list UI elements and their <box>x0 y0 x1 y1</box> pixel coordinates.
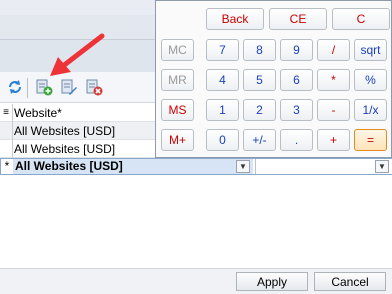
sqrt-button[interactable]: sqrt <box>354 39 387 61</box>
memory-recall-button[interactable]: MR <box>161 69 194 91</box>
back-button[interactable]: Back <box>206 8 264 30</box>
key-9-button[interactable]: 9 <box>280 39 313 61</box>
key-5-button[interactable]: 5 <box>243 69 276 91</box>
key-8-button[interactable]: 8 <box>243 39 276 61</box>
key-1-button[interactable]: 1 <box>206 99 239 121</box>
calculator-popup: Back CE C MC MR MS M+ 7 8 9 / sqrt 4 5 6… <box>155 0 392 158</box>
add-button[interactable]: + <box>317 129 350 151</box>
negate-button[interactable]: +/- <box>243 129 276 151</box>
key-3-button[interactable]: 3 <box>280 99 313 121</box>
key-7-button[interactable]: 7 <box>206 39 239 61</box>
key-2-button[interactable]: 2 <box>243 99 276 121</box>
dialog-footer: Apply Cancel <box>0 268 392 294</box>
memory-store-button[interactable]: MS <box>161 99 194 121</box>
divide-button[interactable]: / <box>317 39 350 61</box>
reciprocal-button[interactable]: 1/x <box>354 99 387 121</box>
memory-clear-button[interactable]: MC <box>161 39 194 61</box>
key-6-button[interactable]: 6 <box>280 69 313 91</box>
multiply-button[interactable]: * <box>317 69 350 91</box>
decimal-button[interactable]: . <box>280 129 313 151</box>
clear-entry-button[interactable]: CE <box>269 8 327 30</box>
equals-button[interactable]: = <box>354 129 387 151</box>
key-4-button[interactable]: 4 <box>206 69 239 91</box>
apply-button[interactable]: Apply <box>236 272 308 291</box>
percent-button[interactable]: % <box>354 69 387 91</box>
memory-add-button[interactable]: M+ <box>161 129 194 151</box>
subtract-button[interactable]: - <box>317 99 350 121</box>
clear-button[interactable]: C <box>332 8 390 30</box>
key-0-button[interactable]: 0 <box>206 129 239 151</box>
cancel-button[interactable]: Cancel <box>314 272 386 291</box>
